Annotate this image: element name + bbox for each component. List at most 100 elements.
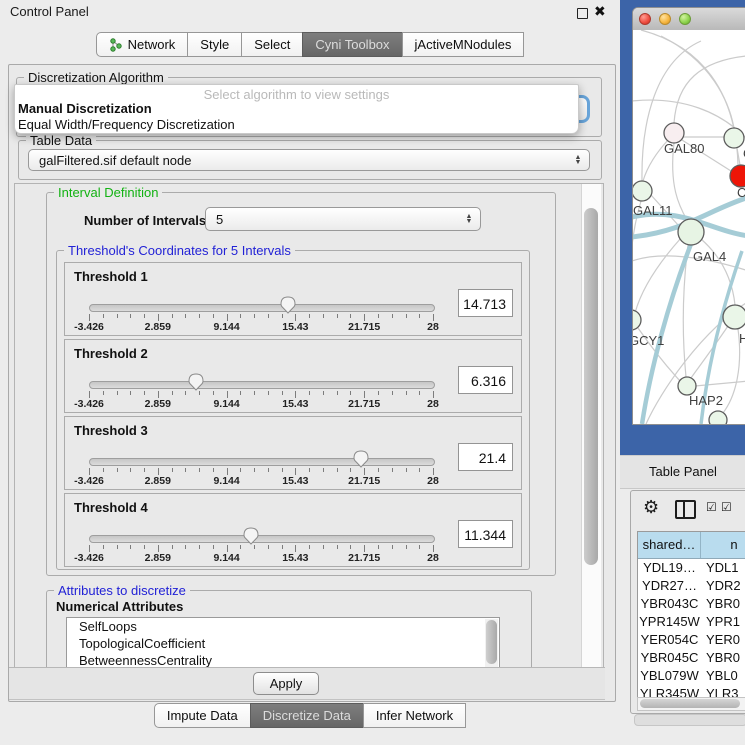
control-panel-tab[interactable]: Select bbox=[241, 32, 303, 57]
numerical-attributes-list[interactable]: SelfLoops TopologicalCoefficient Between… bbox=[66, 617, 500, 669]
control-panel-tab[interactable]: Cyni Toolbox bbox=[302, 32, 402, 57]
slider-tick bbox=[337, 545, 338, 549]
table-row[interactable]: YBL079W YBL0 bbox=[638, 667, 745, 685]
interval-definition-title: Interval Definition bbox=[54, 185, 162, 200]
slider-tick bbox=[144, 391, 145, 395]
number-of-intervals-combo[interactable]: 5 ▲▼ bbox=[205, 207, 481, 231]
slider-tick bbox=[144, 545, 145, 549]
horizontal-scrollbar-thumb[interactable] bbox=[640, 699, 740, 708]
table-row[interactable]: YDL19… YDL1 bbox=[638, 559, 745, 577]
threshold-value-field[interactable]: 21.4 bbox=[458, 443, 513, 471]
algorithm-option-label: Equal Width/Frequency Discretization bbox=[18, 117, 235, 132]
table-row[interactable]: YPR145W YPR1 bbox=[638, 613, 745, 631]
split-panel-icon[interactable] bbox=[675, 500, 696, 519]
threshold-value-field[interactable]: 11.344 bbox=[458, 520, 513, 548]
network-node[interactable] bbox=[724, 128, 744, 148]
vertical-scrollbar-thumb[interactable] bbox=[584, 208, 598, 565]
network-node[interactable] bbox=[633, 310, 641, 330]
slider-tick bbox=[392, 314, 393, 318]
slider-tick bbox=[392, 545, 393, 549]
cyni-bottom-tab[interactable]: Infer Network bbox=[363, 703, 466, 728]
slider-tick bbox=[254, 545, 255, 549]
network-node[interactable] bbox=[664, 123, 684, 143]
network-node[interactable] bbox=[723, 305, 745, 329]
network-node[interactable] bbox=[633, 181, 652, 201]
table-panel-footer-bar bbox=[634, 714, 745, 726]
table-row[interactable]: YDR27… YDR2 bbox=[638, 577, 745, 595]
table-cell: YER054C bbox=[638, 631, 701, 649]
column-header[interactable]: shared… bbox=[638, 532, 701, 558]
slider-tick-label: 21.715 bbox=[348, 398, 380, 410]
window-title: Control Panel bbox=[10, 4, 89, 19]
slider-tick bbox=[392, 391, 393, 395]
table-cell: YBR0 bbox=[701, 649, 745, 667]
threshold-slider-track[interactable] bbox=[89, 458, 435, 466]
algorithm-option[interactable]: Manual Discretization bbox=[18, 101, 152, 116]
attributes-scrollbar[interactable] bbox=[485, 619, 498, 667]
threshold-slider-track[interactable] bbox=[89, 535, 435, 543]
vertical-scrollbar[interactable] bbox=[581, 184, 601, 696]
threshold-slider-track[interactable] bbox=[89, 304, 435, 312]
checkbox-checked-icon[interactable]: ☑ bbox=[721, 500, 732, 514]
control-panel-tab[interactable]: Style bbox=[187, 32, 242, 57]
slider-tick bbox=[323, 468, 324, 472]
close-icon[interactable]: ✖ bbox=[594, 3, 606, 20]
float-window-icon[interactable] bbox=[577, 8, 588, 19]
threshold-slider-thumb[interactable] bbox=[188, 373, 204, 391]
slider-tick bbox=[364, 545, 365, 552]
threshold-slider-track[interactable] bbox=[89, 381, 435, 389]
control-panel-tab[interactable]: jActiveMNodules bbox=[402, 32, 525, 57]
network-node[interactable] bbox=[678, 219, 704, 245]
threshold-value-field[interactable]: 6.316 bbox=[458, 366, 513, 394]
tab-label: Discretize Data bbox=[263, 704, 351, 727]
table-cell: YBR045C bbox=[638, 649, 701, 667]
gear-icon[interactable]: ⚙ bbox=[643, 497, 659, 518]
network-window-titlebar[interactable] bbox=[633, 8, 745, 31]
table-row[interactable]: YER054C YER0 bbox=[638, 631, 745, 649]
slider-tick bbox=[199, 468, 200, 472]
slider-tick bbox=[130, 468, 131, 472]
control-panel-tab[interactable]: Network bbox=[96, 32, 189, 57]
control-panel-titlebar: Control Panel ✖ bbox=[0, 0, 620, 24]
cyni-bottom-tab[interactable]: Impute Data bbox=[154, 703, 251, 728]
threshold-row: Threshold 2 -3.4262.8599.14415.4321.7152… bbox=[64, 339, 522, 413]
network-node[interactable] bbox=[709, 411, 727, 424]
zoom-light-icon[interactable] bbox=[679, 13, 691, 25]
slider-tick bbox=[350, 545, 351, 549]
column-header[interactable]: n bbox=[701, 532, 745, 558]
minimize-light-icon[interactable] bbox=[659, 13, 671, 25]
algorithm-dropdown-popup: Select algorithm to view settings Manual… bbox=[14, 84, 579, 134]
algorithm-option[interactable]: Equal Width/Frequency Discretization bbox=[18, 117, 235, 132]
slider-tick bbox=[323, 545, 324, 549]
slider-tick bbox=[117, 314, 118, 318]
slider-tick-label: -3.426 bbox=[74, 552, 104, 564]
slider-tick bbox=[364, 314, 365, 321]
close-light-icon[interactable] bbox=[639, 13, 651, 25]
table-cell: YBR043C bbox=[638, 595, 701, 613]
table-row[interactable]: YBR045C YBR0 bbox=[638, 649, 745, 667]
slider-tick bbox=[406, 391, 407, 395]
threshold-value-field[interactable]: 14.713 bbox=[458, 289, 513, 317]
slider-tick bbox=[227, 391, 228, 398]
tab-label: Style bbox=[200, 33, 229, 56]
attribute-list-item[interactable]: TopologicalCoefficient bbox=[67, 635, 499, 652]
threshold-slider-thumb[interactable] bbox=[280, 296, 296, 314]
threshold-slider-thumb[interactable] bbox=[243, 527, 259, 545]
table-row[interactable]: YBR043C YBR0 bbox=[638, 595, 745, 613]
table-rows: YDL19… YDL1 YDR27… YDR2 YBR043C YBR0 YPR… bbox=[638, 559, 745, 698]
number-of-intervals-value: 5 bbox=[206, 212, 461, 227]
horizontal-scrollbar[interactable] bbox=[637, 697, 745, 711]
network-canvas[interactable]: GAL80GACGAL11GAL4GCY1HHAP2 bbox=[633, 30, 745, 424]
checkbox-checked-icon[interactable]: ☑ bbox=[706, 500, 717, 514]
slider-tick bbox=[337, 314, 338, 318]
slider-tick-label: 21.715 bbox=[348, 321, 380, 333]
attributes-scrollbar-thumb[interactable] bbox=[486, 620, 497, 664]
table-data-combo[interactable]: galFiltered.sif default node ▲▼ bbox=[28, 149, 590, 171]
slider-tick-label: 9.144 bbox=[213, 552, 239, 564]
attribute-list-item[interactable]: SelfLoops bbox=[67, 618, 499, 635]
slider-tick-label: 28 bbox=[427, 552, 439, 564]
cyni-bottom-tab[interactable]: Discretize Data bbox=[250, 703, 364, 728]
network-node[interactable] bbox=[730, 165, 745, 187]
apply-button[interactable]: Apply bbox=[253, 672, 319, 695]
threshold-slider-thumb[interactable] bbox=[353, 450, 369, 468]
